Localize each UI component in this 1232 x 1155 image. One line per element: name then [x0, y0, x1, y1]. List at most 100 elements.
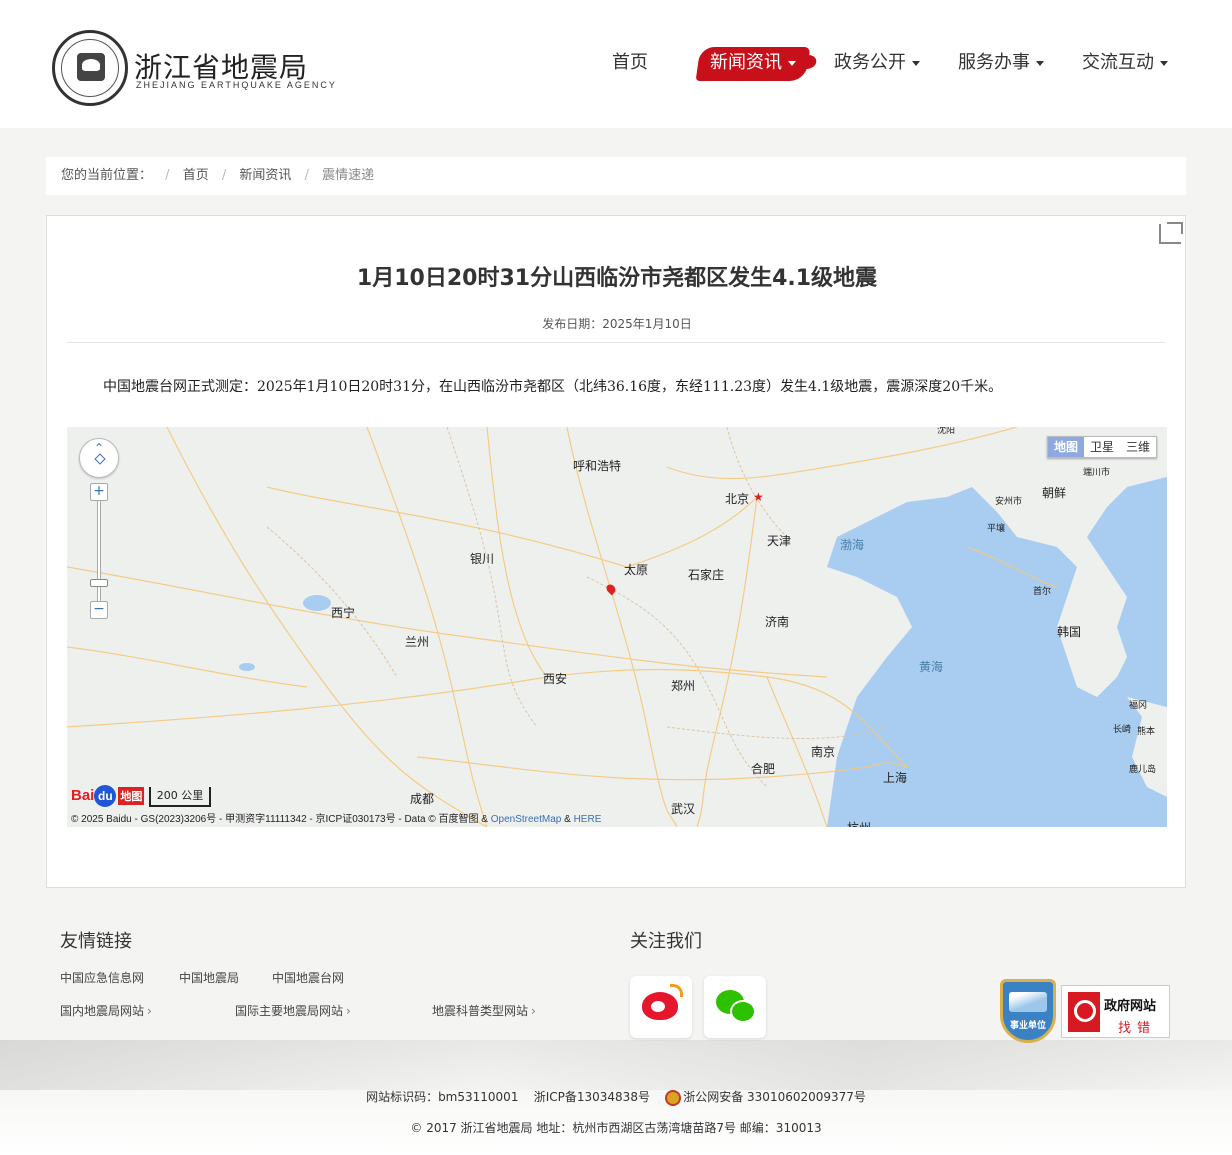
chevron-down-icon [1160, 60, 1168, 66]
map-label: 熊本 [1137, 727, 1156, 737]
article-title: 1月10日20时31分山西临汾市尧都区发生4.1级地震 [356, 266, 878, 291]
logo-seal-icon[interactable] [52, 30, 128, 106]
nav-interact[interactable]: 交流互动 [1082, 44, 1168, 82]
police-badge-icon [665, 1089, 682, 1106]
article-panel: 1月10日20时31分山西临汾市尧都区发生4.1级地震 发布日期：2025年1月… [46, 215, 1186, 888]
map-label: 成都 [410, 792, 435, 806]
breadcrumb: 您的当前位置： / 首页 / 新闻资讯 / 震情速递 [46, 157, 1186, 195]
friend-link[interactable]: 中国地震局 [179, 969, 239, 986]
nav-interact-label: 交流互动 [1082, 52, 1154, 73]
breadcrumb-news[interactable]: 新闻资讯 [239, 157, 291, 195]
zoom-in-button[interactable]: + [90, 483, 108, 501]
map-type-3d[interactable]: 三维 [1120, 437, 1156, 457]
nav-service[interactable]: 服务办事 [958, 44, 1044, 82]
map-label: 韩国 [1057, 625, 1082, 639]
friend-link[interactable]: 中国地震台网 [272, 969, 344, 986]
map-label: 鹿儿岛 [1129, 765, 1157, 775]
icp-link[interactable]: 浙ICP备13034838号 [534, 1090, 650, 1104]
magnifier-icon [1068, 992, 1100, 1032]
baidu-logo-prefix: Bai [71, 787, 95, 804]
breadcrumb-home[interactable]: 首页 [183, 157, 209, 195]
nav-news-label: 新闻资讯 [710, 52, 782, 73]
map-label: 合肥 [751, 762, 776, 776]
gov-error-report-badge[interactable]: 政府网站 找错 [1061, 985, 1170, 1038]
map-label: 南京 [811, 745, 836, 759]
map-zoom-track[interactable] [97, 493, 101, 613]
map-pan-control[interactable] [79, 438, 119, 478]
chevron-right-icon: › [147, 1004, 152, 1018]
map-type-switch: 地图 卫星 三维 [1047, 436, 1157, 458]
breadcrumb-separator: / [221, 168, 227, 183]
friend-link-label: 国际主要地震局网站 [235, 1004, 344, 1018]
breadcrumb-separator: / [304, 168, 309, 183]
gov-badge-subtitle: 找错 [1118, 1021, 1157, 1036]
map-label: 济南 [765, 615, 790, 629]
chevron-down-icon [788, 60, 796, 66]
breadcrumb-current: 震情速递 [322, 168, 375, 183]
nav-gov-label: 政务公开 [834, 52, 906, 73]
site-code: 网站标识码：bm53110001 [366, 1090, 519, 1104]
map-label: 首尔 [1033, 587, 1052, 597]
links-title: 友情链接 [60, 931, 132, 952]
map-label: 福冈 [1129, 701, 1148, 711]
map-type-satellite[interactable]: 卫星 [1084, 437, 1120, 457]
weibo-icon [642, 984, 683, 1020]
map-label: 朝鲜 [1042, 486, 1067, 500]
map-label: 长崎 [1113, 725, 1132, 735]
breadcrumb-prefix: 您的当前位置： [61, 168, 153, 183]
article-body: 中国地震台网正式测定：2025年1月10日20时31分，在山西临汾市尧都区（北纬… [103, 379, 1003, 395]
baidu-map[interactable]: 呼和浩特 北京 ★ 天津 渤海 银川 太原 石家庄 西宁 兰州 济南 西安 郑州… [67, 427, 1167, 827]
zoom-slider-handle[interactable] [90, 579, 108, 587]
friend-link-dropdown[interactable]: 地震科普类型网站 › [432, 1002, 536, 1019]
institution-badge[interactable]: 事业单位 [1000, 979, 1056, 1043]
zoom-out-button[interactable]: − [90, 601, 108, 619]
baidu-logo[interactable]: Bai du 地图 [71, 785, 145, 807]
map-label: 端川市 [1083, 468, 1111, 478]
capital-star-icon: ★ [753, 490, 764, 504]
chevron-right-icon: › [531, 1004, 536, 1018]
wechat-button[interactable] [704, 976, 766, 1038]
friend-link-dropdown[interactable]: 国内地震局网站 › [60, 1002, 152, 1019]
police-link[interactable]: 浙公网安备 33010602009377号 [683, 1090, 866, 1104]
map-label: 平壤 [987, 524, 1006, 534]
map-copyright-text: © 2025 Baidu - GS(2023)3206号 - 甲测资字11111… [71, 814, 491, 825]
baidu-logo-suffix: 地图 [118, 787, 145, 805]
divider [67, 342, 1165, 343]
nav-home[interactable]: 首页 [612, 44, 648, 82]
chevron-right-icon: › [346, 1004, 351, 1018]
breadcrumb-separator: / [165, 168, 170, 183]
map-label: 西安 [543, 672, 568, 686]
friend-link[interactable]: 中国应急信息网 [60, 969, 144, 986]
map-label: 石家庄 [688, 568, 725, 582]
chevron-down-icon [1036, 60, 1044, 66]
map-copyright-amp: & [561, 814, 574, 825]
weibo-button[interactable] [630, 976, 692, 1038]
logo-subtitle: ZHEJIANG EARTHQUAKE AGENCY [136, 80, 337, 90]
map-background [67, 427, 1167, 827]
nav-service-label: 服务办事 [958, 52, 1030, 73]
map-scale: 200 公里 [149, 787, 211, 807]
map-label: 太原 [624, 563, 649, 577]
article-date: 发布日期：2025年1月10日 [542, 317, 692, 331]
friend-link-label: 地震科普类型网站 [432, 1004, 529, 1018]
footer-registration: 网站标识码：bm53110001 浙ICP备13034838号 浙公网安备 33… [0, 1088, 1232, 1106]
map-label: 武汉 [671, 802, 696, 816]
baidu-paw-icon: du [94, 785, 117, 807]
map-label: 上海 [883, 771, 908, 785]
map-label: 郑州 [671, 679, 696, 693]
map-copyright: © 2025 Baidu - GS(2023)3206号 - 甲测资字11111… [71, 810, 601, 825]
map-label: 安州市 [995, 497, 1023, 507]
friend-link-dropdown[interactable]: 国际主要地震局网站 › [235, 1002, 351, 1019]
map-type-map[interactable]: 地图 [1048, 437, 1084, 457]
nav-news[interactable]: 新闻资讯 [695, 44, 811, 82]
here-link[interactable]: HERE [574, 814, 602, 825]
map-label: 沈阳 [937, 427, 956, 436]
fullscreen-icon[interactable] [1159, 222, 1183, 244]
nav-gov[interactable]: 政务公开 [834, 44, 920, 82]
wechat-icon [716, 990, 756, 1023]
institution-badge-label: 事业单位 [1009, 1021, 1046, 1031]
site-header: 浙江省地震局 ZHEJIANG EARTHQUAKE AGENCY 首页 新闻资… [0, 0, 1232, 128]
nav-home-label: 首页 [612, 52, 648, 73]
osm-link[interactable]: OpenStreetMap [491, 814, 562, 825]
follow-title: 关注我们 [630, 931, 702, 952]
